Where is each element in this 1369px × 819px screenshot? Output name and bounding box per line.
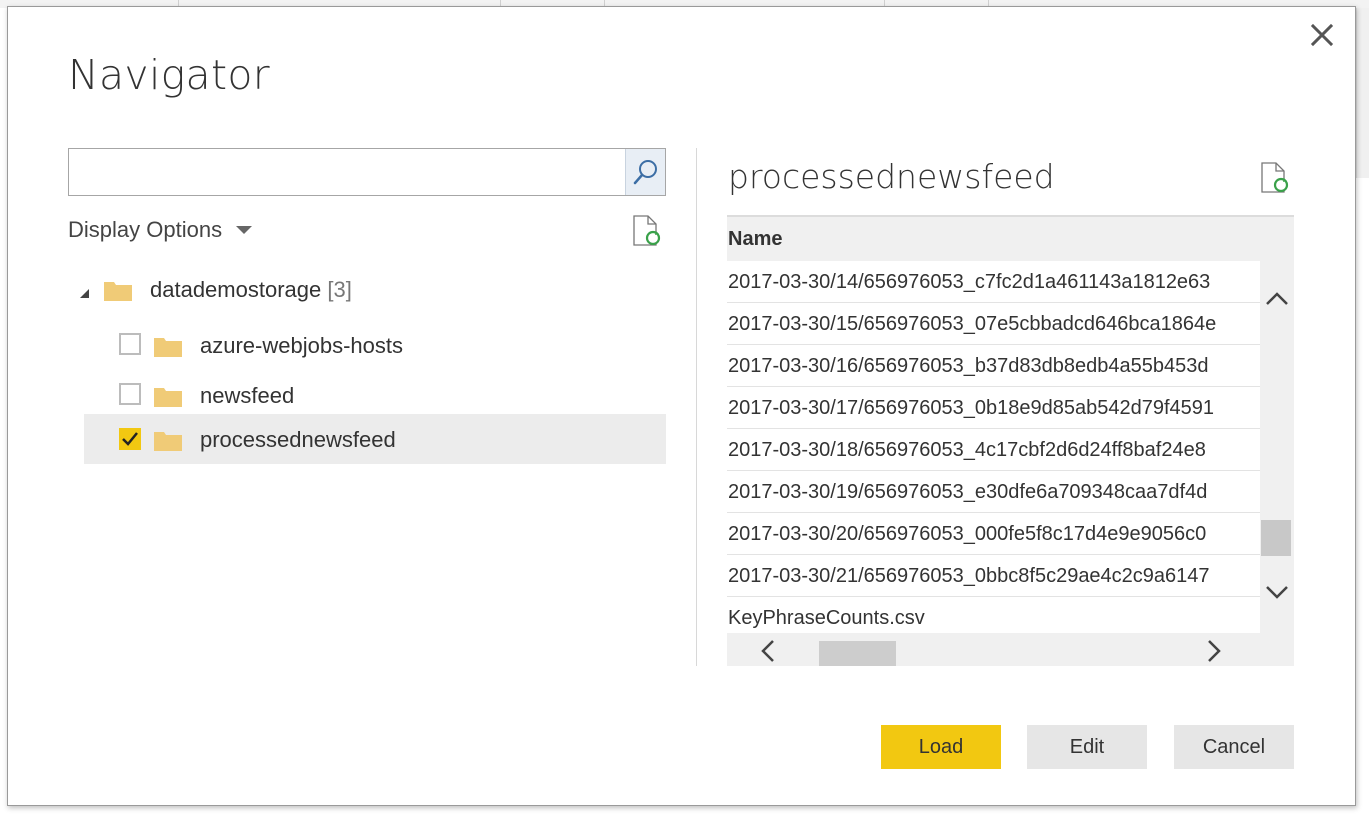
refresh-tree-button[interactable] xyxy=(632,214,664,248)
search-icon xyxy=(633,160,657,185)
search-input[interactable] xyxy=(69,149,624,195)
chevron-down-icon xyxy=(236,226,253,234)
search-box xyxy=(68,148,666,196)
tree-node-label: processednewsfeed xyxy=(200,427,396,452)
close-icon xyxy=(1310,23,1334,47)
preview-table: Name 2017-03-30/14/656976053_c7fc2d1a461… xyxy=(727,215,1294,666)
display-options-dropdown[interactable]: Display Options xyxy=(68,217,253,243)
tree-node-azure-webjobs-hosts[interactable]: azure-webjobs-hosts xyxy=(68,321,666,371)
edit-button[interactable]: Edit xyxy=(1027,725,1147,769)
tree-node-label: newsfeed xyxy=(200,383,295,408)
checkbox[interactable] xyxy=(119,333,141,355)
check-icon xyxy=(122,432,138,446)
vertical-scrollbar[interactable] xyxy=(1260,261,1294,633)
tree-node-datademostorage[interactable]: datademostorage [3] xyxy=(68,265,666,315)
table-row[interactable]: 2017-03-30/16/656976053_b37d83db8edb4a55… xyxy=(727,345,1260,387)
navigator-dialog: Navigator Display Options datademostorag… xyxy=(7,6,1356,806)
background-panel xyxy=(1356,8,1369,178)
checkbox[interactable] xyxy=(119,383,141,405)
preview-title: processednewsfeed xyxy=(728,157,1055,196)
refresh-icon xyxy=(633,215,661,246)
table-body: 2017-03-30/14/656976053_c7fc2d1a461143a1… xyxy=(727,261,1260,633)
table-row[interactable]: 2017-03-30/15/656976053_07e5cbbadcd646bc… xyxy=(727,303,1260,345)
chevron-down-icon[interactable] xyxy=(1265,583,1289,601)
load-button[interactable]: Load xyxy=(881,725,1001,769)
chevron-up-icon[interactable] xyxy=(1265,289,1289,307)
tree-node-label: datademostorage [3] xyxy=(150,277,352,302)
table-row[interactable]: KeyPhraseCounts.csv xyxy=(727,597,1260,633)
close-button[interactable] xyxy=(1308,21,1336,49)
folder-icon xyxy=(104,282,132,301)
refresh-icon xyxy=(1261,162,1289,193)
vertical-scroll-thumb[interactable] xyxy=(1261,520,1291,556)
chevron-left-icon[interactable] xyxy=(759,639,777,663)
search-button[interactable] xyxy=(625,149,665,195)
tree-node-processednewsfeed[interactable]: processednewsfeed xyxy=(84,414,666,464)
column-header-name[interactable]: Name xyxy=(727,215,1294,261)
table-row[interactable]: 2017-03-30/18/656976053_4c17cbf2d6d24ff8… xyxy=(727,429,1260,471)
cancel-button[interactable]: Cancel xyxy=(1174,725,1294,769)
dialog-title: Navigator xyxy=(68,51,270,99)
table-row[interactable]: 2017-03-30/19/656976053_e30dfe6a709348ca… xyxy=(727,471,1260,513)
horizontal-scroll-thumb[interactable] xyxy=(819,641,896,666)
checkbox-checked[interactable] xyxy=(119,428,141,450)
panel-divider xyxy=(696,148,697,666)
display-options-label: Display Options xyxy=(68,217,223,242)
collapse-arrow-icon[interactable] xyxy=(80,289,89,298)
table-row[interactable]: 2017-03-30/17/656976053_0b18e9d85ab542d7… xyxy=(727,387,1260,429)
folder-icon xyxy=(154,338,182,357)
refresh-preview-button[interactable] xyxy=(1260,161,1292,195)
horizontal-scrollbar[interactable] xyxy=(727,633,1294,666)
table-row[interactable]: 2017-03-30/14/656976053_c7fc2d1a461143a1… xyxy=(727,261,1260,303)
folder-icon xyxy=(154,388,182,407)
tree-node-label: azure-webjobs-hosts xyxy=(200,333,403,358)
table-row[interactable]: 2017-03-30/20/656976053_000fe5f8c17d4e9e… xyxy=(727,513,1260,555)
table-row[interactable]: 2017-03-30/21/656976053_0bbc8f5c29ae4c2c… xyxy=(727,555,1260,597)
folder-icon xyxy=(154,432,182,451)
chevron-right-icon[interactable] xyxy=(1205,639,1223,663)
